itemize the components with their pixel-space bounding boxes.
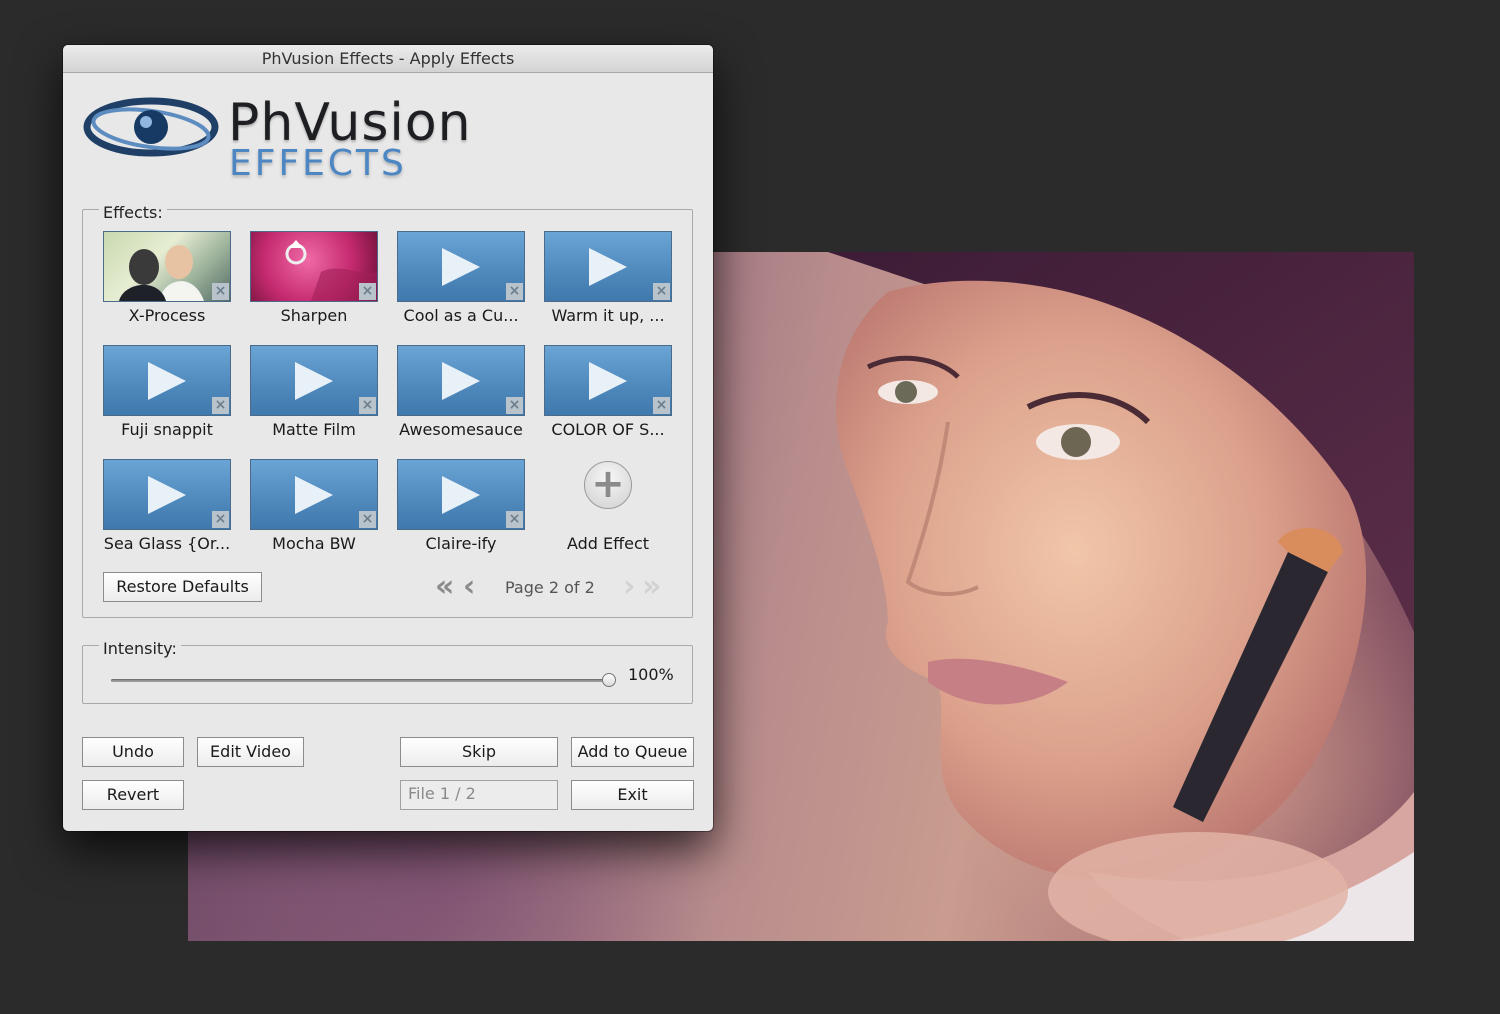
remove-effect-button[interactable]: × xyxy=(653,283,670,300)
play-icon xyxy=(295,362,333,400)
remove-effect-button[interactable]: × xyxy=(506,511,523,528)
effect-tile-matte-film[interactable]: × Matte Film xyxy=(250,345,378,445)
effect-tile-color-of-s[interactable]: × COLOR OF S... xyxy=(544,345,672,445)
effect-label: Warm it up, ... xyxy=(551,306,665,325)
effect-tile-cool-as-a-cu[interactable]: × Cool as a Cu... xyxy=(397,231,525,331)
logo-subtitle: EFFECTS xyxy=(229,143,407,184)
effect-tile-x-process[interactable]: × X-Process xyxy=(103,231,231,331)
remove-effect-button[interactable]: × xyxy=(653,397,670,414)
play-icon xyxy=(295,476,333,514)
page-indicator: Page 2 of 2 xyxy=(505,578,595,597)
effect-tile-awesomesauce[interactable]: × Awesomesauce xyxy=(397,345,525,445)
restore-defaults-button[interactable]: Restore Defaults xyxy=(103,572,262,602)
plus-icon: + xyxy=(584,461,632,509)
phvusion-logo-icon xyxy=(83,97,219,157)
play-icon xyxy=(148,476,186,514)
undo-button[interactable]: Undo xyxy=(82,737,184,767)
previous-page-icon[interactable]: ‹ xyxy=(463,572,475,602)
effect-label: Awesomesauce xyxy=(399,420,523,439)
remove-effect-button[interactable]: × xyxy=(212,397,229,414)
effect-thumbnail: × xyxy=(544,345,672,416)
edit-video-button[interactable]: Edit Video xyxy=(197,737,304,767)
next-page-icon[interactable]: › xyxy=(623,572,635,602)
effect-label: Mocha BW xyxy=(272,534,356,553)
play-icon xyxy=(148,362,186,400)
effect-label: Sea Glass {Or... xyxy=(103,534,231,553)
effect-thumbnail: × xyxy=(544,231,672,302)
intensity-group-label: Intensity: xyxy=(99,639,181,658)
effect-tile-sharpen[interactable]: × Sharpen xyxy=(250,231,378,331)
effect-label: Cool as a Cu... xyxy=(403,306,519,325)
file-counter-field: File 1 / 2 xyxy=(400,780,558,810)
play-icon xyxy=(442,362,480,400)
play-icon xyxy=(589,362,627,400)
play-icon xyxy=(589,248,627,286)
add-effect-button[interactable]: + Add Effect xyxy=(544,459,672,559)
add-effect-label: Add Effect xyxy=(566,534,650,553)
play-icon xyxy=(442,248,480,286)
effect-label: COLOR OF S... xyxy=(551,420,665,439)
effect-tile-claire-ify[interactable]: × Claire-ify xyxy=(397,459,525,559)
skip-button[interactable]: Skip xyxy=(400,737,558,767)
effect-thumbnail: × xyxy=(103,231,231,302)
effect-thumbnail: × xyxy=(397,231,525,302)
effect-thumbnail: × xyxy=(397,345,525,416)
effect-label: Matte Film xyxy=(272,420,356,439)
effect-label: X-Process xyxy=(128,306,206,325)
effect-thumbnail: × xyxy=(250,231,378,302)
remove-effect-button[interactable]: × xyxy=(212,511,229,528)
effect-label: Claire-ify xyxy=(425,534,497,553)
intensity-slider[interactable] xyxy=(111,673,616,687)
effect-thumbnail: × xyxy=(103,459,231,530)
effect-thumbnail: × xyxy=(397,459,525,530)
effect-thumbnail: × xyxy=(250,459,378,530)
remove-effect-button[interactable]: × xyxy=(359,283,376,300)
effect-label: Sharpen xyxy=(280,306,348,325)
first-page-icon[interactable]: « xyxy=(435,572,454,602)
effect-tile-warm-it-up[interactable]: × Warm it up, ... xyxy=(544,231,672,331)
play-icon xyxy=(442,476,480,514)
exit-button[interactable]: Exit xyxy=(571,780,694,810)
intensity-value: 100% xyxy=(628,665,674,684)
intensity-slider-knob[interactable] xyxy=(602,673,616,687)
last-page-icon[interactable]: » xyxy=(642,572,661,602)
effect-label: Fuji snappit xyxy=(121,420,213,439)
effect-thumbnail: × xyxy=(250,345,378,416)
remove-effect-button[interactable]: × xyxy=(506,397,523,414)
remove-effect-button[interactable]: × xyxy=(359,397,376,414)
remove-effect-button[interactable]: × xyxy=(212,283,229,300)
effects-group-label: Effects: xyxy=(99,203,167,222)
revert-button[interactable]: Revert xyxy=(82,780,184,810)
window-title: PhVusion Effects - Apply Effects xyxy=(63,45,713,73)
effect-tile-fuji-snappit[interactable]: × Fuji snappit xyxy=(103,345,231,445)
effect-thumbnail: × xyxy=(103,345,231,416)
remove-effect-button[interactable]: × xyxy=(506,283,523,300)
apply-effects-window: PhVusion Effects - Apply Effects PhVusio… xyxy=(63,45,713,831)
add-to-queue-button[interactable]: Add to Queue xyxy=(571,737,694,767)
remove-effect-button[interactable]: × xyxy=(359,511,376,528)
effect-tile-mocha-bw[interactable]: × Mocha BW xyxy=(250,459,378,559)
effect-tile-sea-glass[interactable]: × Sea Glass {Or... xyxy=(103,459,231,559)
